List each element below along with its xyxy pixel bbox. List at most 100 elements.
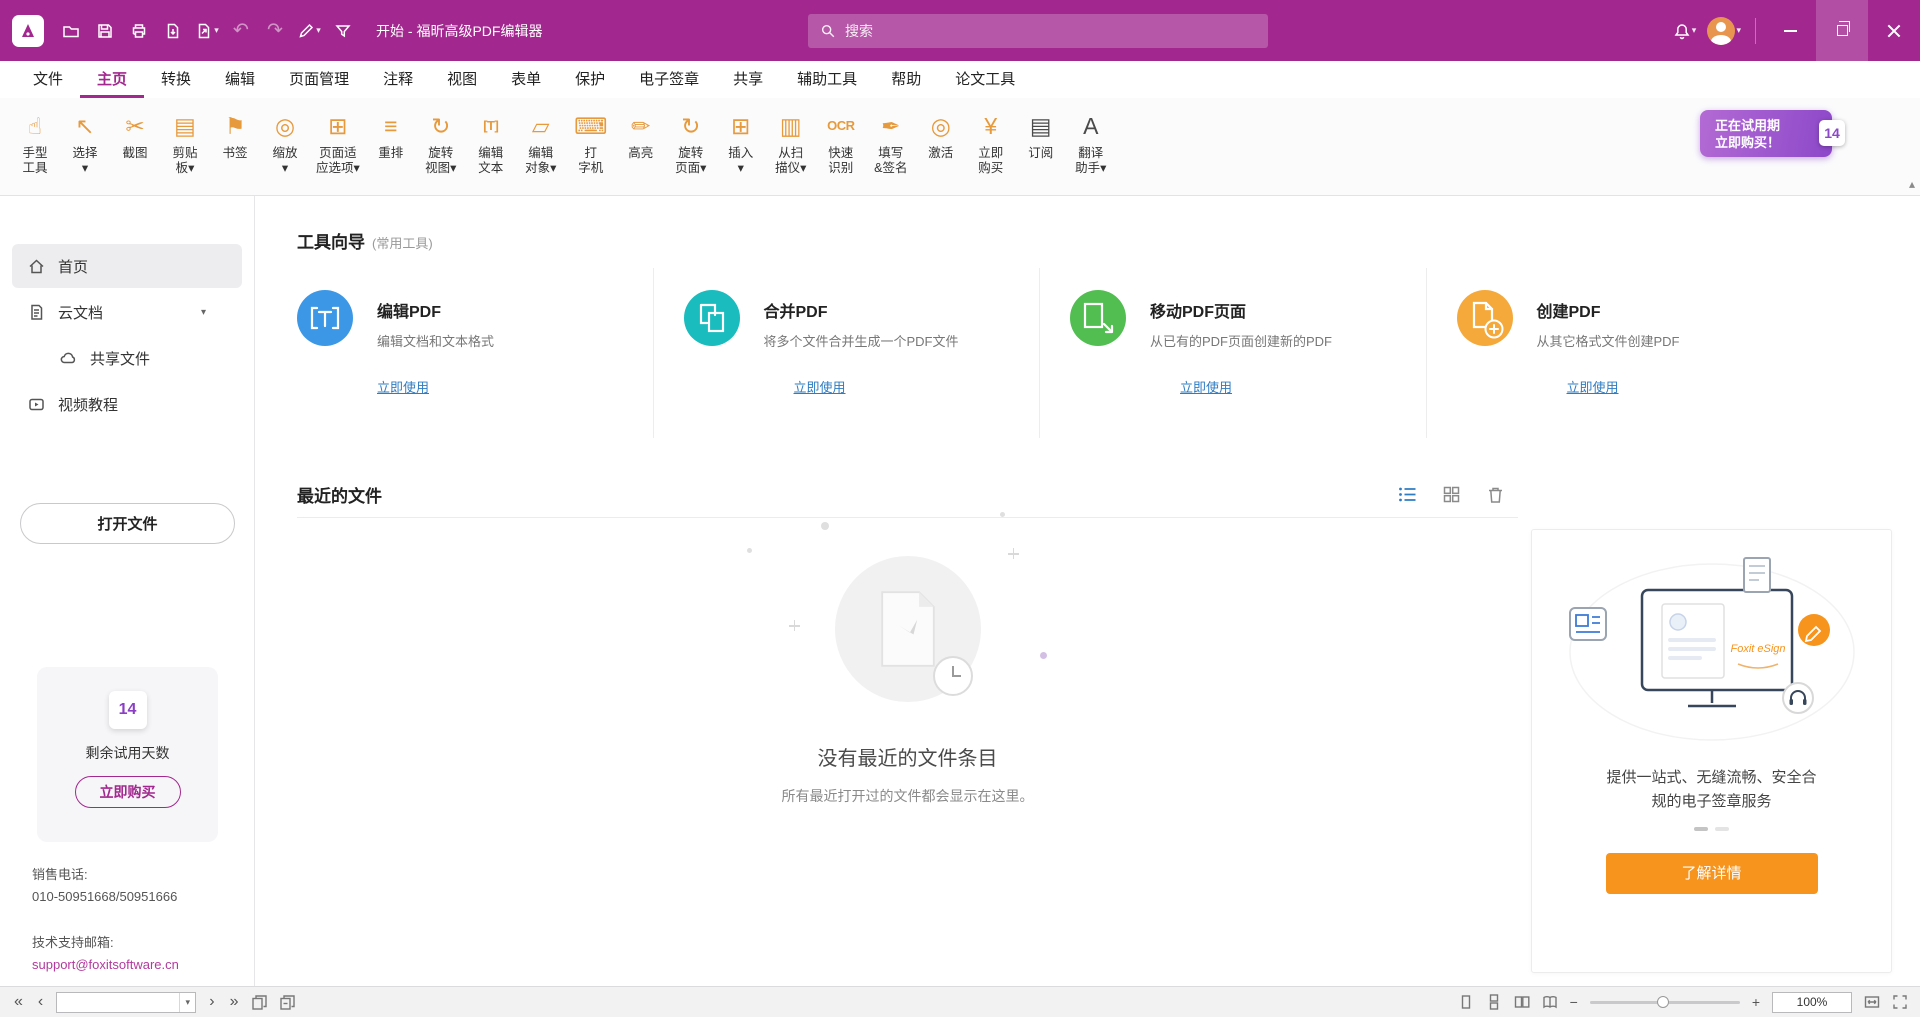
sidebar-item-home[interactable]: 首页	[12, 244, 242, 288]
notifications-button[interactable]: ▾	[1667, 14, 1701, 48]
menu-item-accessibility[interactable]: 辅助工具	[780, 61, 874, 98]
filter-button[interactable]	[326, 14, 360, 48]
buy-now-button[interactable]: 立即购买	[75, 776, 181, 808]
ribbon-tool-reflow[interactable]: ≡ 重排	[366, 108, 416, 176]
chevron-down-icon[interactable]: ▾	[201, 307, 228, 318]
fit-width-button[interactable]	[1864, 994, 1880, 1010]
ribbon-tool-highlight[interactable]: ✏ 高亮	[616, 108, 666, 176]
scrollbar-up-button[interactable]: ▴	[1909, 178, 1915, 190]
single-page-view-button[interactable]	[1458, 994, 1474, 1010]
ribbon-tool-insert[interactable]: ⊞ 插入 ▾	[716, 108, 766, 176]
sidebar-item-cloud-docs[interactable]: 云文档 ▾	[12, 290, 242, 334]
grid-view-button[interactable]	[1436, 482, 1466, 508]
facing-view-button[interactable]	[1514, 994, 1530, 1010]
open-file-big-button[interactable]: 打开文件	[20, 503, 235, 544]
zoom-slider[interactable]	[1590, 1001, 1740, 1004]
chevron-down-icon[interactable]: ▾	[1736, 25, 1741, 36]
ribbon-tool-zoom[interactable]: ◎ 缩放 ▾	[260, 108, 310, 176]
next-page-button[interactable]: ›	[207, 994, 216, 1010]
menu-item-esign[interactable]: 电子签章	[622, 61, 716, 98]
ribbon-tool-snapshot[interactable]: ✂ 截图	[110, 108, 160, 176]
carousel-dot-active[interactable]	[1694, 827, 1708, 831]
ribbon-tool-edit-object[interactable]: ▱ 编辑 对象▾	[516, 108, 566, 176]
ribbon-tool-quick-ocr[interactable]: OCR 快速 识别	[816, 108, 866, 176]
undo-button[interactable]: ↶	[224, 14, 258, 48]
zoom-out-button[interactable]: −	[1570, 994, 1578, 1010]
zoom-in-button[interactable]: +	[1752, 994, 1760, 1010]
menu-item-view[interactable]: 视图	[430, 61, 494, 98]
carousel-dot[interactable]	[1715, 827, 1729, 831]
ribbon-tool-subscribe[interactable]: ▤ 订阅	[1016, 108, 1066, 176]
chevron-down-icon[interactable]: ▾	[179, 993, 195, 1012]
ribbon-tool-icon: ≡	[384, 108, 397, 144]
ribbon-tool-bookmark[interactable]: ⚑ 书签	[210, 108, 260, 176]
ribbon-tool-typewriter[interactable]: ⌨ 打 字机	[566, 108, 616, 176]
sidebar-item-video-tutorials[interactable]: 视频教程	[12, 382, 242, 426]
menu-item-file[interactable]: 文件	[16, 61, 80, 98]
clear-recent-button[interactable]	[1480, 482, 1510, 508]
menu-item-page-manage[interactable]: 页面管理	[272, 61, 366, 98]
menu-item-share[interactable]: 共享	[716, 61, 780, 98]
use-now-link[interactable]: 立即使用	[794, 377, 846, 396]
ribbon-tool-select[interactable]: ↖ 选择 ▾	[60, 108, 110, 176]
zoom-percent-box[interactable]	[1772, 992, 1852, 1013]
ribbon-tool-clipboard[interactable]: ▤ 剪贴 板▾	[160, 108, 210, 176]
page-number-input[interactable]	[57, 995, 179, 1009]
menu-item-edit[interactable]: 编辑	[208, 61, 272, 98]
open-file-button[interactable]	[54, 14, 88, 48]
card-edit-pdf: 编辑PDF 编辑文档和文本格式 立即使用	[297, 268, 653, 438]
ribbon-tools: ☝ 手型 工具 ↖ 选择 ▾ ✂ 截图 ▤ 剪贴 板▾ ⚑ 书签 ◎ 缩放 ▾ …	[10, 108, 1116, 176]
ribbon-tool-hand-tool[interactable]: ☝ 手型 工具	[10, 108, 60, 176]
next-view-button[interactable]	[279, 994, 296, 1011]
continuous-view-button[interactable]	[1486, 994, 1502, 1010]
search-box[interactable]	[808, 14, 1268, 48]
ribbon-tool-icon: ◎	[275, 108, 295, 144]
minimize-button[interactable]	[1764, 0, 1816, 61]
save-button[interactable]	[88, 14, 122, 48]
zoom-percent-input[interactable]	[1773, 993, 1851, 1012]
ribbon-tool-from-scanner[interactable]: ▥ 从扫 描仪▾	[766, 108, 816, 176]
create-pdf-button[interactable]: ▾	[190, 14, 224, 48]
ribbon-tool-buy-now[interactable]: ¥ 立即 购买	[966, 108, 1016, 176]
user-avatar[interactable]	[1707, 17, 1735, 45]
prev-page-button[interactable]: ‹	[36, 994, 45, 1010]
menu-item-paper-tools[interactable]: 论文工具	[938, 61, 1032, 98]
ribbon-tool-rotate-view[interactable]: ↻ 旋转 视图▾	[416, 108, 466, 176]
ribbon-tool-page-fit[interactable]: ⊞ 页面适 应选项▾	[310, 108, 366, 176]
zoom-slider-handle[interactable]	[1657, 996, 1669, 1008]
redo-button[interactable]: ↷	[258, 14, 292, 48]
list-view-button[interactable]	[1392, 482, 1422, 508]
use-now-link[interactable]: 立即使用	[377, 377, 429, 396]
book-view-button[interactable]	[1542, 994, 1558, 1010]
use-now-link[interactable]: 立即使用	[1567, 377, 1619, 396]
menu-item-protect[interactable]: 保护	[558, 61, 622, 98]
first-page-button[interactable]: «	[12, 994, 25, 1010]
prev-view-button[interactable]	[251, 994, 268, 1011]
sidebar-item-shared-files[interactable]: 共享文件	[12, 336, 242, 380]
export-pdf-button[interactable]	[156, 14, 190, 48]
trial-banner[interactable]: 正在试用期 立即购买！ 14	[1700, 110, 1832, 157]
use-now-link[interactable]: 立即使用	[1180, 377, 1232, 396]
menu-item-home[interactable]: 主页	[80, 61, 144, 98]
restore-button[interactable]	[1816, 0, 1868, 61]
close-button[interactable]	[1868, 0, 1920, 61]
ribbon-tool-edit-text[interactable]: [T] 编辑 文本	[466, 108, 516, 176]
app-logo-icon[interactable]	[12, 15, 44, 47]
menu-item-convert[interactable]: 转换	[144, 61, 208, 98]
page-number-box[interactable]: ▾	[56, 992, 196, 1013]
learn-more-button[interactable]: 了解详情	[1606, 853, 1818, 894]
menu-item-comment[interactable]: 注释	[366, 61, 430, 98]
fullscreen-button[interactable]	[1892, 994, 1908, 1010]
ribbon-tool-fill-sign[interactable]: ✒ 填写 &签名	[866, 108, 916, 176]
ribbon-tool-translate-assistant[interactable]: A 翻译 助手▾	[1066, 108, 1116, 176]
ribbon-tool-activate[interactable]: ◎ 激活	[916, 108, 966, 176]
ribbon-tool-rotate-pages[interactable]: ↻ 旋转 页面▾	[666, 108, 716, 176]
menu-item-form[interactable]: 表单	[494, 61, 558, 98]
card-title: 移动PDF页面	[1150, 290, 1332, 322]
esign-pen-button[interactable]: ▾	[292, 14, 326, 48]
support-email-link[interactable]: support@foxitsoftware.cn	[32, 954, 179, 976]
search-input[interactable]	[845, 23, 1256, 39]
menu-item-help[interactable]: 帮助	[874, 61, 938, 98]
last-page-button[interactable]: »	[228, 994, 241, 1010]
print-button[interactable]	[122, 14, 156, 48]
